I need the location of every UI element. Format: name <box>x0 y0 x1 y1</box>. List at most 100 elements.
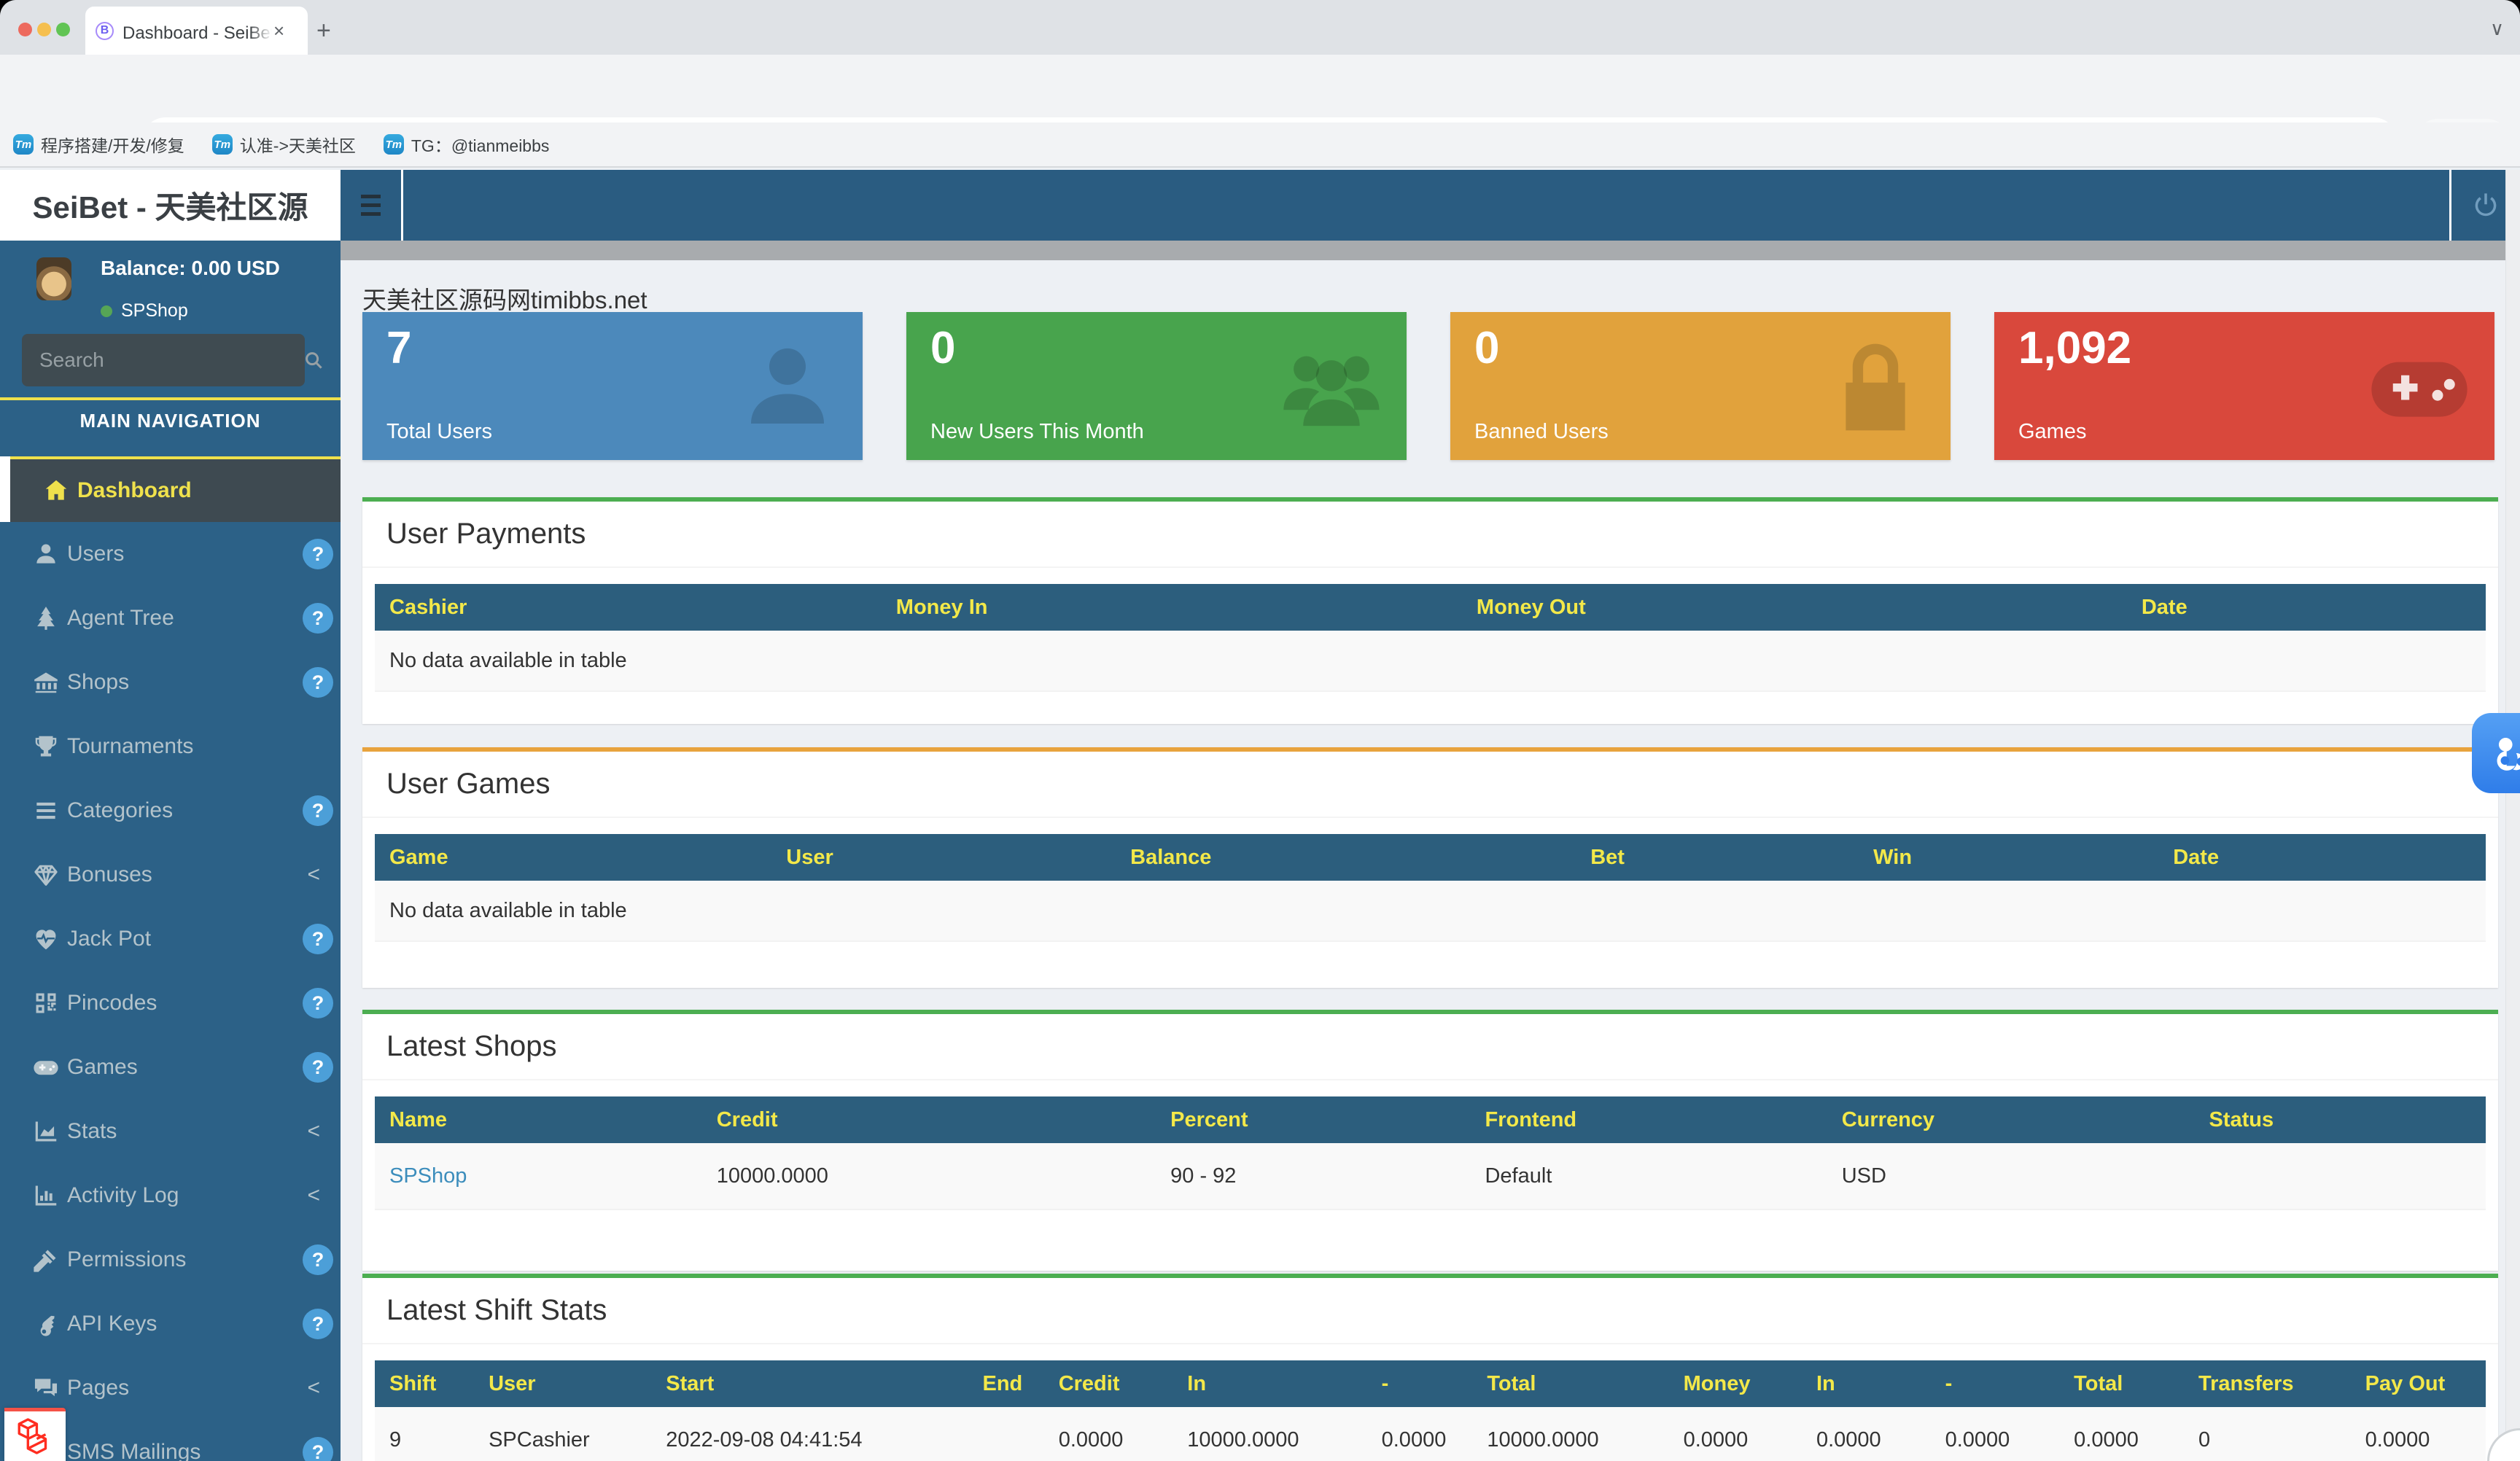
shift-stat-cell: 0.0000 <box>2059 1428 2184 1452</box>
bookmark-item[interactable]: Tm 认准->天美社区 <box>212 132 356 157</box>
column-header[interactable]: Total <box>2059 1372 2184 1396</box>
sidebar-search <box>22 334 305 386</box>
sidebar-nav-item[interactable]: Games ? <box>0 1035 341 1099</box>
shift-stat-cell: 0.0000 <box>2351 1428 2471 1452</box>
vertical-scrollbar[interactable] <box>2505 170 2520 1461</box>
nav-item-label: API Keys <box>67 1312 157 1336</box>
stat-box[interactable]: 7 Total Users <box>362 312 863 460</box>
tab-search-chevron-icon[interactable]: ∨ <box>2490 17 2504 40</box>
column-header[interactable]: Win <box>1859 846 2158 870</box>
search-button[interactable] <box>303 349 324 371</box>
column-header[interactable]: Date <box>2127 596 2486 620</box>
help-badge[interactable]: ? <box>303 1309 333 1339</box>
browser-tab[interactable]: B Dashboard - SeiBet - 天美社区源 × <box>85 7 308 55</box>
column-header[interactable]: - <box>1367 1372 1473 1396</box>
column-header[interactable]: Money In <box>882 596 1462 620</box>
help-badge[interactable]: ? <box>303 1437 333 1461</box>
column-header[interactable]: In <box>1802 1372 1931 1396</box>
sidebar-nav-item[interactable]: Jack Pot ? <box>0 907 341 971</box>
column-header[interactable]: End <box>968 1372 1043 1396</box>
nav-item-icon <box>32 1310 60 1338</box>
window-close-button[interactable] <box>18 23 32 36</box>
sidebar-toggle-button[interactable] <box>341 170 403 241</box>
help-badge[interactable]: ? <box>303 1052 333 1083</box>
sidebar-nav-item[interactable]: Shops ? <box>0 650 341 714</box>
column-header[interactable]: Frontend <box>1470 1108 1827 1132</box>
sidebar-nav-item[interactable]: Tournaments <box>0 714 341 779</box>
sidebar-nav-item[interactable]: Activity Log < <box>0 1164 341 1228</box>
column-header[interactable]: Money <box>1669 1372 1802 1396</box>
sidebar-nav-item[interactable]: Stats < <box>0 1099 341 1164</box>
search-input[interactable] <box>22 348 303 372</box>
column-header[interactable]: Shift <box>375 1372 474 1396</box>
sidebar-nav-item[interactable]: Pincodes ? <box>0 971 341 1035</box>
browser-window: B Dashboard - SeiBet - 天美社区源 × + ∨ https… <box>0 0 2520 1461</box>
tab-close-icon[interactable]: × <box>273 21 284 40</box>
sidebar-nav-item[interactable]: Permissions ? <box>0 1228 341 1292</box>
user-games-table: GameUserBalanceBetWinDate No data availa… <box>375 834 2486 942</box>
help-badge[interactable]: ? <box>303 603 333 634</box>
sidebar-nav: Dashboard Users ? Agent Tree ? <box>0 456 341 1461</box>
column-header[interactable]: Start <box>651 1372 968 1396</box>
column-header[interactable]: Money Out <box>1462 596 2127 620</box>
column-header[interactable]: User <box>474 1372 651 1396</box>
panel-divider <box>362 566 2498 568</box>
column-header[interactable]: Balance <box>1116 846 1576 870</box>
bookmark-item[interactable]: Tm 程序搭建/开发/修复 <box>13 132 184 157</box>
new-tab-button[interactable]: + <box>316 19 331 42</box>
sidebar-nav-item[interactable]: Users ? <box>0 522 341 586</box>
shop-name-link[interactable]: SPShop <box>389 1164 467 1188</box>
column-header[interactable]: Date <box>2158 846 2486 870</box>
table-row: SPShop 10000.0000 90 - 92 Default USD <box>375 1143 2486 1210</box>
column-header[interactable]: - <box>1931 1372 2060 1396</box>
bookmark-item[interactable]: Tm TG：@tianmeibbs <box>384 132 550 157</box>
shift-stat-cell: 0.0000 <box>1931 1428 2060 1452</box>
column-header[interactable]: Cashier <box>375 596 882 620</box>
stat-box[interactable]: 1,092 Games <box>1994 312 2494 460</box>
stat-box[interactable]: 0 New Users This Month <box>906 312 1407 460</box>
sidebar-nav-item[interactable]: API Keys ? <box>0 1292 341 1356</box>
panel-title: Latest Shift Stats <box>362 1278 2498 1327</box>
shop-percent-cell: 90 - 92 <box>1156 1164 1470 1188</box>
column-header[interactable]: Transfers <box>2184 1372 2351 1396</box>
panel-divider <box>362 817 2498 818</box>
column-header[interactable]: Status <box>2194 1108 2486 1132</box>
column-header[interactable]: Name <box>375 1108 702 1132</box>
sidebar-nav-item[interactable]: Dashboard <box>0 456 341 522</box>
help-badge[interactable]: ? <box>303 988 333 1018</box>
help-badge[interactable]: ? <box>303 924 333 954</box>
column-header[interactable]: Bet <box>1576 846 1859 870</box>
sidebar-nav-item[interactable]: Agent Tree ? <box>0 586 341 650</box>
nav-item-label: SMS Mailings <box>67 1440 201 1461</box>
column-header[interactable]: Total <box>1472 1372 1668 1396</box>
help-badge[interactable]: ? <box>303 795 333 826</box>
column-header[interactable]: Currency <box>1827 1108 2195 1132</box>
help-badge[interactable]: ? <box>303 667 333 698</box>
stat-icon <box>733 332 842 442</box>
help-badge[interactable]: ? <box>303 539 333 569</box>
horizontal-scrollbar[interactable] <box>341 241 2520 260</box>
window-minimize-button[interactable] <box>37 23 51 36</box>
nav-item-label: Pincodes <box>67 991 157 1016</box>
stat-value: 0 <box>930 322 955 374</box>
column-header[interactable]: Percent <box>1156 1108 1470 1132</box>
column-header[interactable]: User <box>771 846 1116 870</box>
column-header[interactable]: Credit <box>702 1108 1156 1132</box>
stat-box[interactable]: 0 Banned Users <box>1450 312 1951 460</box>
app-logo[interactable]: SeiBet - 天美社区源 <box>0 170 341 241</box>
window-zoom-button[interactable] <box>56 23 70 36</box>
sidebar-nav-item[interactable]: Categories ? <box>0 779 341 843</box>
bookmark-label: 程序搭建/开发/修复 <box>41 132 184 157</box>
column-header[interactable]: Pay Out <box>2351 1372 2471 1396</box>
column-header[interactable]: Credit <box>1044 1372 1173 1396</box>
column-header[interactable]: Game <box>375 846 771 870</box>
nav-item-label: Users <box>67 542 124 566</box>
baidu-netdisk-float-button[interactable] <box>2472 713 2520 793</box>
shift-stat-cell: 9 <box>375 1428 474 1452</box>
balance-label: Balance: 0.00 USD <box>101 257 280 280</box>
help-badge[interactable]: ? <box>303 1244 333 1275</box>
sidebar-nav-item[interactable]: Bonuses < <box>0 843 341 907</box>
column-header[interactable]: In <box>1172 1372 1366 1396</box>
shop-credit-cell: 10000.0000 <box>702 1164 1156 1188</box>
nav-item-label: Games <box>67 1055 138 1080</box>
